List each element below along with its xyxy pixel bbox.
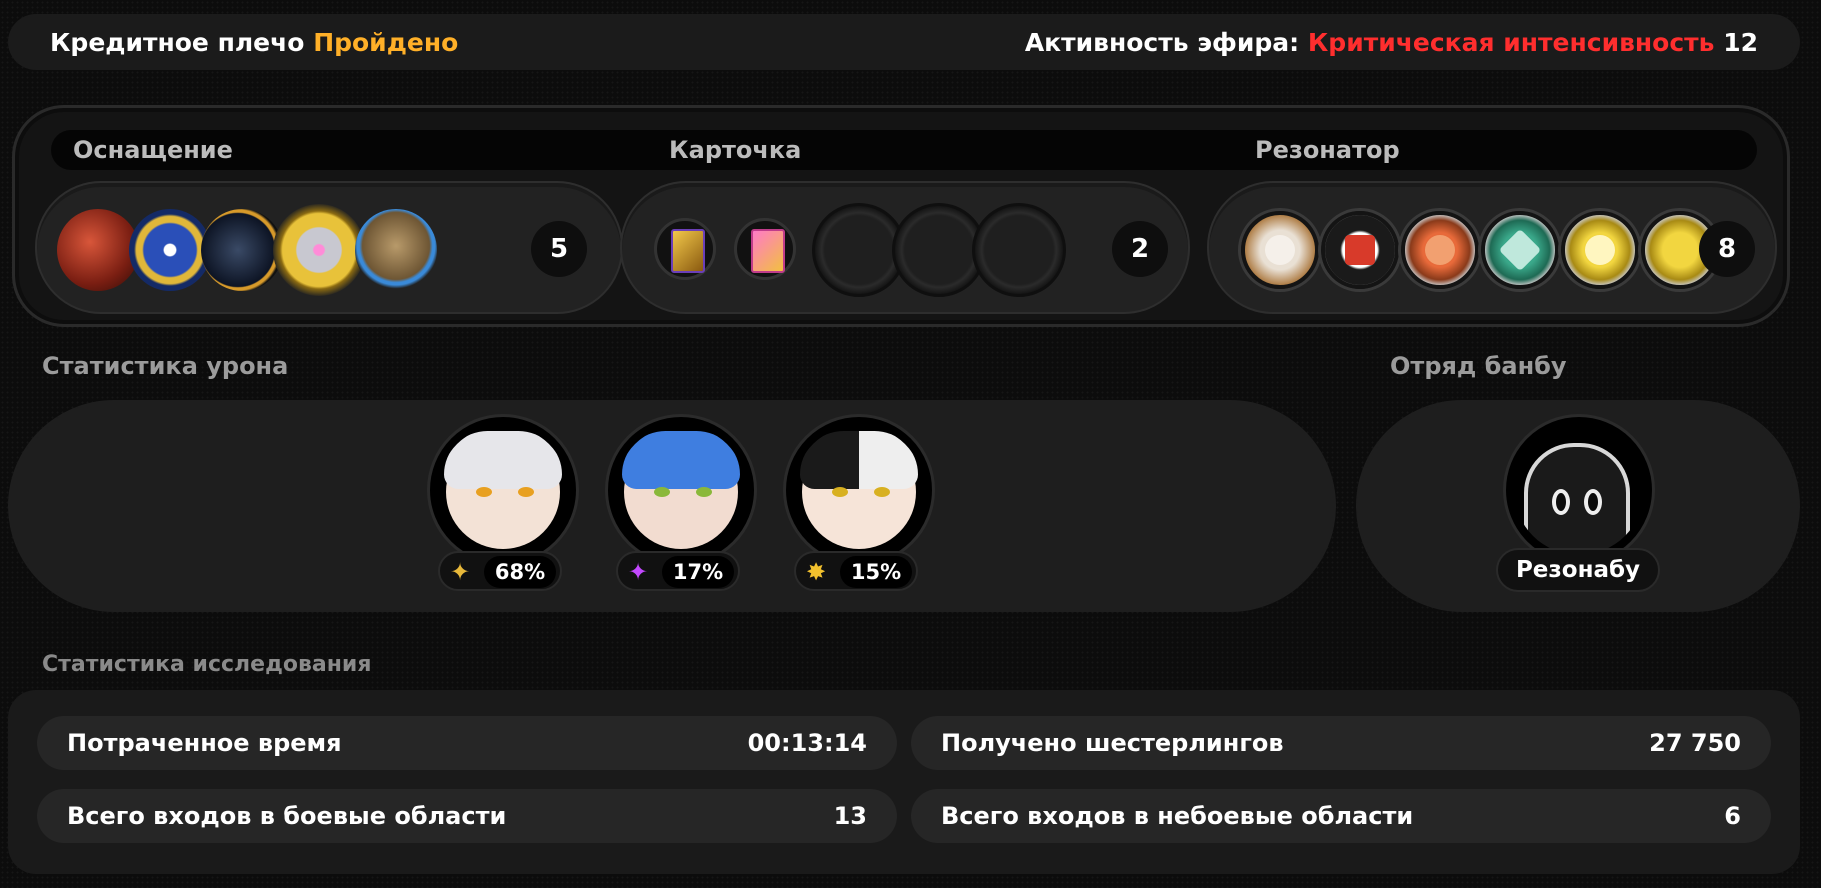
stat-row-time: Потраченное время 00:13:14 bbox=[37, 716, 897, 770]
equipment-count: 5 bbox=[531, 221, 587, 277]
stat-label: Потраченное время bbox=[67, 729, 342, 757]
resonator-count: 8 bbox=[1699, 221, 1755, 277]
bangboo-body-shape bbox=[1524, 443, 1630, 555]
stat-row-gears: Получено шестерлингов 27 750 bbox=[911, 716, 1771, 770]
hair-shape bbox=[444, 431, 562, 489]
eye-shape bbox=[696, 487, 712, 497]
stat-label: Получено шестерлингов bbox=[941, 729, 1284, 757]
eye-shape bbox=[832, 487, 848, 497]
damage-share-badge: ✸ 15% bbox=[794, 551, 918, 591]
pink-card-icon bbox=[751, 229, 785, 273]
green-emblem-icon bbox=[1498, 228, 1542, 272]
resonator-green-icon[interactable] bbox=[1481, 211, 1559, 289]
bangboo-eye bbox=[1552, 489, 1570, 515]
stat-label: Всего входов в боевые области bbox=[67, 802, 507, 830]
equipment-disc-icon[interactable] bbox=[201, 209, 283, 291]
card-label: Карточка bbox=[669, 136, 802, 164]
gold-burst-icon: ✸ bbox=[805, 558, 827, 586]
card-slot[interactable] bbox=[734, 218, 796, 280]
gold-card-icon bbox=[671, 229, 705, 273]
equipment-disc-icon[interactable] bbox=[129, 209, 211, 291]
resonator-red-card-icon[interactable] bbox=[1321, 211, 1399, 289]
yellow-emblem-icon bbox=[1585, 235, 1615, 265]
equipment-disc-icon[interactable] bbox=[57, 209, 139, 291]
damage-share-value: 15% bbox=[840, 556, 912, 588]
stat-value: 00:13:14 bbox=[747, 729, 867, 757]
card-count: 2 bbox=[1112, 221, 1168, 277]
ether-value: 12 bbox=[1723, 28, 1758, 57]
resonator-label: Резонатор bbox=[1255, 136, 1400, 164]
ether-activity-line: Активность эфира: Критическая интенсивно… bbox=[1025, 28, 1758, 57]
credit-status-line: Кредитное плечо Пройдено bbox=[50, 28, 458, 57]
stat-label: Всего входов в небоевые области bbox=[941, 802, 1414, 830]
gold-diamond-icon: ✦ bbox=[449, 558, 471, 586]
bangboo-panel: Резонабу bbox=[1356, 400, 1800, 612]
card-slot[interactable] bbox=[654, 218, 716, 280]
exploration-stats-panel: Потраченное время 00:13:14 Получено шест… bbox=[8, 690, 1800, 874]
stat-value: 27 750 bbox=[1649, 729, 1741, 757]
equipment-disc-icon[interactable] bbox=[273, 204, 365, 296]
eye-shape bbox=[476, 487, 492, 497]
damage-stats-panel: ✦ 68% ✦ 17% ✸ 15% bbox=[8, 400, 1336, 612]
agent-slot[interactable]: ✦ 17% bbox=[608, 417, 754, 591]
hair-shape bbox=[622, 431, 740, 489]
empty-card-slot[interactable] bbox=[972, 203, 1066, 297]
agent-portrait[interactable] bbox=[608, 417, 754, 563]
orange-emblem-icon bbox=[1425, 235, 1455, 265]
agent-slot[interactable]: ✦ 68% bbox=[430, 417, 576, 591]
agent-slot[interactable]: ✸ 15% bbox=[786, 417, 932, 591]
resonator-orange-icon[interactable] bbox=[1401, 211, 1479, 289]
card-group[interactable]: 2 bbox=[620, 181, 1190, 314]
damage-stats-title: Статистика урона bbox=[42, 352, 289, 380]
stat-value: 13 bbox=[833, 802, 867, 830]
resonator-group[interactable]: 8 bbox=[1207, 181, 1777, 314]
loadout-panel: Оснащение Карточка Резонатор 5 2 8 bbox=[12, 105, 1790, 327]
damage-share-value: 17% bbox=[662, 556, 734, 588]
stat-row-combat-entries: Всего входов в боевые области 13 bbox=[37, 789, 897, 843]
credit-label: Кредитное плечо bbox=[50, 28, 305, 57]
credit-status: Пройдено bbox=[313, 28, 459, 57]
eye-shape bbox=[874, 487, 890, 497]
stat-row-noncombat-entries: Всего входов в небоевые области 6 bbox=[911, 789, 1771, 843]
resonator-chibi-icon[interactable] bbox=[1241, 211, 1319, 289]
ether-sparkle-icon: ✦ bbox=[627, 558, 649, 586]
red-card-icon bbox=[1345, 235, 1375, 265]
exploration-stats-title: Статистика исследования bbox=[42, 652, 372, 677]
chibi-face-icon bbox=[1265, 235, 1295, 265]
stat-value: 6 bbox=[1724, 802, 1741, 830]
equipment-group[interactable]: 5 bbox=[35, 181, 623, 314]
agent-portrait[interactable] bbox=[786, 417, 932, 563]
ether-label: Активность эфира: bbox=[1024, 28, 1300, 57]
damage-share-badge: ✦ 17% bbox=[616, 551, 740, 591]
eye-shape bbox=[654, 487, 670, 497]
bangboo-name: Резонабу bbox=[1496, 548, 1660, 592]
ether-status: Критическая интенсивность bbox=[1307, 28, 1715, 57]
bangboo-portrait[interactable] bbox=[1506, 417, 1652, 563]
loadout-labels: Оснащение Карточка Резонатор bbox=[51, 130, 1757, 170]
bangboo-eye bbox=[1584, 489, 1602, 515]
resonator-yellow-icon[interactable] bbox=[1561, 211, 1639, 289]
damage-share-value: 68% bbox=[484, 556, 556, 588]
equipment-label: Оснащение bbox=[73, 136, 233, 164]
agent-portrait[interactable] bbox=[430, 417, 576, 563]
bangboo-title: Отряд банбу bbox=[1390, 352, 1567, 380]
hair-shape bbox=[800, 431, 918, 489]
eye-shape bbox=[518, 487, 534, 497]
damage-share-badge: ✦ 68% bbox=[438, 551, 562, 591]
equipment-disc-icon[interactable] bbox=[355, 209, 437, 291]
header-bar: Кредитное плечо Пройдено Активность эфир… bbox=[8, 14, 1800, 70]
